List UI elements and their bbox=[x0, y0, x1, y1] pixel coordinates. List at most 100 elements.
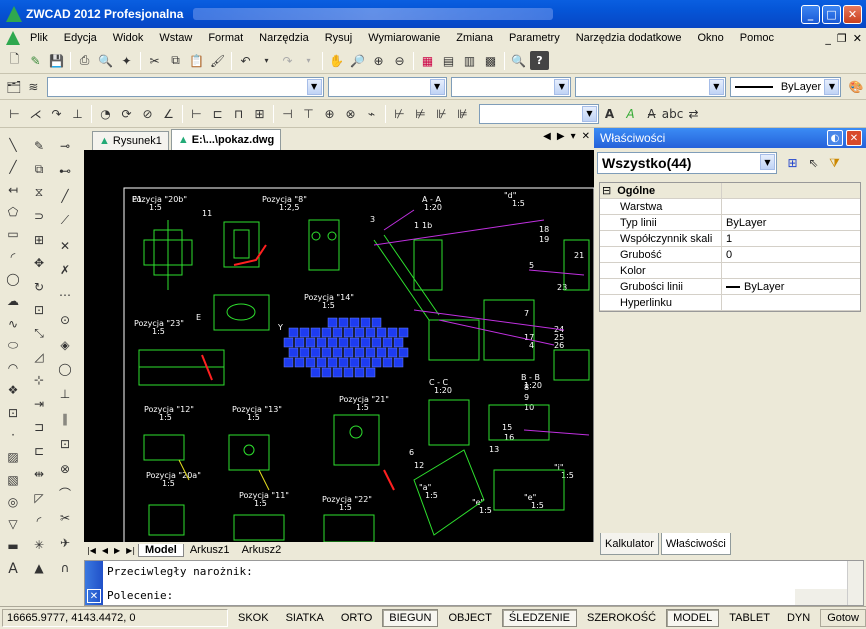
dim-radius-icon[interactable]: ◔ bbox=[96, 104, 115, 123]
status-model[interactable]: MODEL bbox=[666, 609, 720, 627]
selection-grip[interactable] bbox=[299, 347, 310, 358]
layout-tab-arkusz2[interactable]: Arkusz2 bbox=[236, 544, 288, 556]
line-icon[interactable]: ╲ bbox=[4, 136, 23, 154]
undo-dropdown-icon[interactable]: ▾ bbox=[257, 51, 276, 70]
doc-minimize-icon[interactable]: _ bbox=[825, 32, 831, 45]
undo-icon[interactable]: ↶ bbox=[236, 51, 255, 70]
selection-grip[interactable] bbox=[376, 327, 387, 338]
dim-linear-icon[interactable]: ⊢ bbox=[5, 104, 24, 123]
selection-grip[interactable] bbox=[332, 367, 343, 378]
construction-line-icon[interactable]: ↤ bbox=[4, 181, 23, 199]
snap-apparent-icon[interactable]: ✗ bbox=[56, 260, 75, 281]
dim-diameter-icon[interactable]: ⊘ bbox=[138, 104, 157, 123]
layer-state-icon[interactable]: ≋ bbox=[25, 77, 43, 96]
explode-icon[interactable]: ✳ bbox=[30, 535, 49, 554]
menu-format[interactable]: Format bbox=[200, 32, 251, 44]
tab-list-icon[interactable]: ▾ bbox=[571, 131, 576, 142]
search-icon[interactable]: 🔍 bbox=[509, 51, 528, 70]
eraser-icon[interactable]: ▲ bbox=[30, 558, 49, 577]
menu-narzedzia[interactable]: Narzędzia bbox=[251, 32, 317, 44]
status-sledzenie[interactable]: ŚLEDZENIE bbox=[501, 609, 577, 627]
snap-quadrant-icon[interactable]: ◈ bbox=[56, 334, 75, 355]
layout-tab-arkusz1[interactable]: Arkusz1 bbox=[184, 544, 236, 556]
first-layout-icon[interactable]: |◀ bbox=[87, 546, 96, 555]
menu-wstaw[interactable]: Wstaw bbox=[151, 32, 200, 44]
temp-track-icon[interactable]: ⊸ bbox=[56, 136, 75, 157]
layer-manager-icon[interactable]: 🗂 bbox=[5, 77, 23, 96]
prop-row-linetype[interactable]: Typ linii ByLayer bbox=[600, 215, 860, 231]
selection-grip[interactable] bbox=[288, 347, 299, 358]
selection-grip[interactable] bbox=[393, 337, 404, 348]
linetype-combo[interactable]: ByLayer ▼ bbox=[729, 76, 842, 97]
tab-wlasciwosci[interactable]: Właściwości bbox=[660, 533, 731, 555]
rotate-icon[interactable]: ↻ bbox=[30, 277, 49, 296]
save-icon[interactable]: 💾 bbox=[47, 51, 66, 70]
dim-quick-icon[interactable]: ⊢ bbox=[187, 104, 206, 123]
snap-intersection-icon[interactable]: ✕ bbox=[56, 235, 75, 256]
prop-row-hyperlink[interactable]: Hyperlinku bbox=[600, 295, 860, 311]
calculator-icon[interactable]: ▩ bbox=[481, 51, 500, 70]
snap-nearest-icon[interactable]: ⌒ bbox=[56, 483, 75, 504]
selection-grip[interactable] bbox=[365, 327, 376, 338]
dim-style-icon[interactable]: ⊯ bbox=[453, 104, 472, 123]
selection-grip[interactable] bbox=[398, 347, 409, 358]
revision-cloud-icon[interactable]: ☁ bbox=[4, 292, 23, 310]
selection-grip[interactable] bbox=[305, 357, 316, 368]
close-button[interactable]: ✕ bbox=[843, 5, 862, 24]
dim-arc-icon[interactable]: ↷ bbox=[47, 104, 66, 123]
tolerance-icon[interactable]: ⊤ bbox=[299, 104, 318, 123]
selection-grip[interactable] bbox=[360, 317, 371, 328]
selection-grip[interactable] bbox=[327, 317, 338, 328]
array-icon[interactable]: ⊞ bbox=[30, 230, 49, 249]
move-icon[interactable]: ✥ bbox=[30, 253, 49, 272]
dim-update-icon[interactable]: ⊮ bbox=[432, 104, 451, 123]
snap-none-icon[interactable]: ✂ bbox=[56, 508, 75, 529]
selection-grip[interactable] bbox=[338, 317, 349, 328]
prop-row-thickness[interactable]: Grubość 0 bbox=[600, 247, 860, 263]
selection-grip[interactable] bbox=[305, 337, 316, 348]
group-general[interactable]: ⊟ Ogólne bbox=[600, 183, 860, 199]
arc-icon[interactable]: ◜ bbox=[4, 247, 23, 265]
redo-dropdown-icon[interactable]: ▾ bbox=[299, 51, 318, 70]
pickadd-icon[interactable]: ⧩ bbox=[825, 154, 844, 173]
snap-parallel-icon[interactable]: ∥ bbox=[56, 409, 75, 430]
selection-grip[interactable] bbox=[382, 357, 393, 368]
selection-grip[interactable] bbox=[283, 337, 294, 348]
selection-grip[interactable] bbox=[288, 327, 299, 338]
doc-restore-icon[interactable]: ❐ bbox=[837, 32, 847, 45]
table-icon[interactable]: ▽ bbox=[4, 515, 23, 533]
properties-icon[interactable]: ▦ bbox=[418, 51, 437, 70]
text-style-icon[interactable]: A̶ bbox=[642, 104, 661, 123]
snap-from-icon[interactable]: ⊷ bbox=[56, 161, 75, 182]
selection-grip[interactable] bbox=[327, 337, 338, 348]
snap-magnet-icon[interactable]: ∩ bbox=[56, 557, 75, 578]
doc-close-icon[interactable]: ✕ bbox=[853, 32, 862, 45]
last-layout-icon[interactable]: ▶| bbox=[126, 546, 135, 555]
selection-grip[interactable] bbox=[310, 327, 321, 338]
selection-grip[interactable] bbox=[299, 327, 310, 338]
status-siatka[interactable]: SIATKA bbox=[279, 609, 331, 627]
tab-prev-icon[interactable]: ◀ bbox=[543, 131, 551, 142]
dim-space-icon[interactable]: ⊞ bbox=[250, 104, 269, 123]
open-file-icon[interactable]: ✎ bbox=[26, 51, 45, 70]
layout-tab-model[interactable]: Model bbox=[138, 543, 184, 557]
selection-grip[interactable] bbox=[393, 357, 404, 368]
menu-widok[interactable]: Widok bbox=[105, 32, 152, 44]
snap-midpoint-icon[interactable]: ⟋ bbox=[56, 210, 75, 231]
find-text-icon[interactable]: ⇄ bbox=[684, 104, 703, 123]
selection-grip[interactable] bbox=[332, 347, 343, 358]
tablestyle-combo[interactable]: ▼ bbox=[575, 76, 726, 97]
prop-row-lineweight[interactable]: Grubości linii ByLayer bbox=[600, 279, 860, 295]
make-block-icon[interactable]: ⊡ bbox=[4, 404, 23, 422]
print-icon[interactable]: ⎙ bbox=[75, 51, 94, 70]
panel-close-icon[interactable]: ✕ bbox=[846, 130, 862, 146]
selection-grip[interactable] bbox=[283, 357, 294, 368]
status-object[interactable]: OBJECT bbox=[441, 609, 498, 627]
text-icon[interactable]: A bbox=[600, 104, 619, 123]
menu-plik[interactable]: Plik bbox=[22, 32, 56, 44]
cut-icon[interactable]: ✂ bbox=[145, 51, 164, 70]
selection-grip[interactable] bbox=[338, 337, 349, 348]
tab-next-icon[interactable]: ▶ bbox=[557, 131, 565, 142]
prop-row-scale[interactable]: Współczynnik skali 1 bbox=[600, 231, 860, 247]
print-preview-icon[interactable]: 🔍 bbox=[96, 51, 115, 70]
